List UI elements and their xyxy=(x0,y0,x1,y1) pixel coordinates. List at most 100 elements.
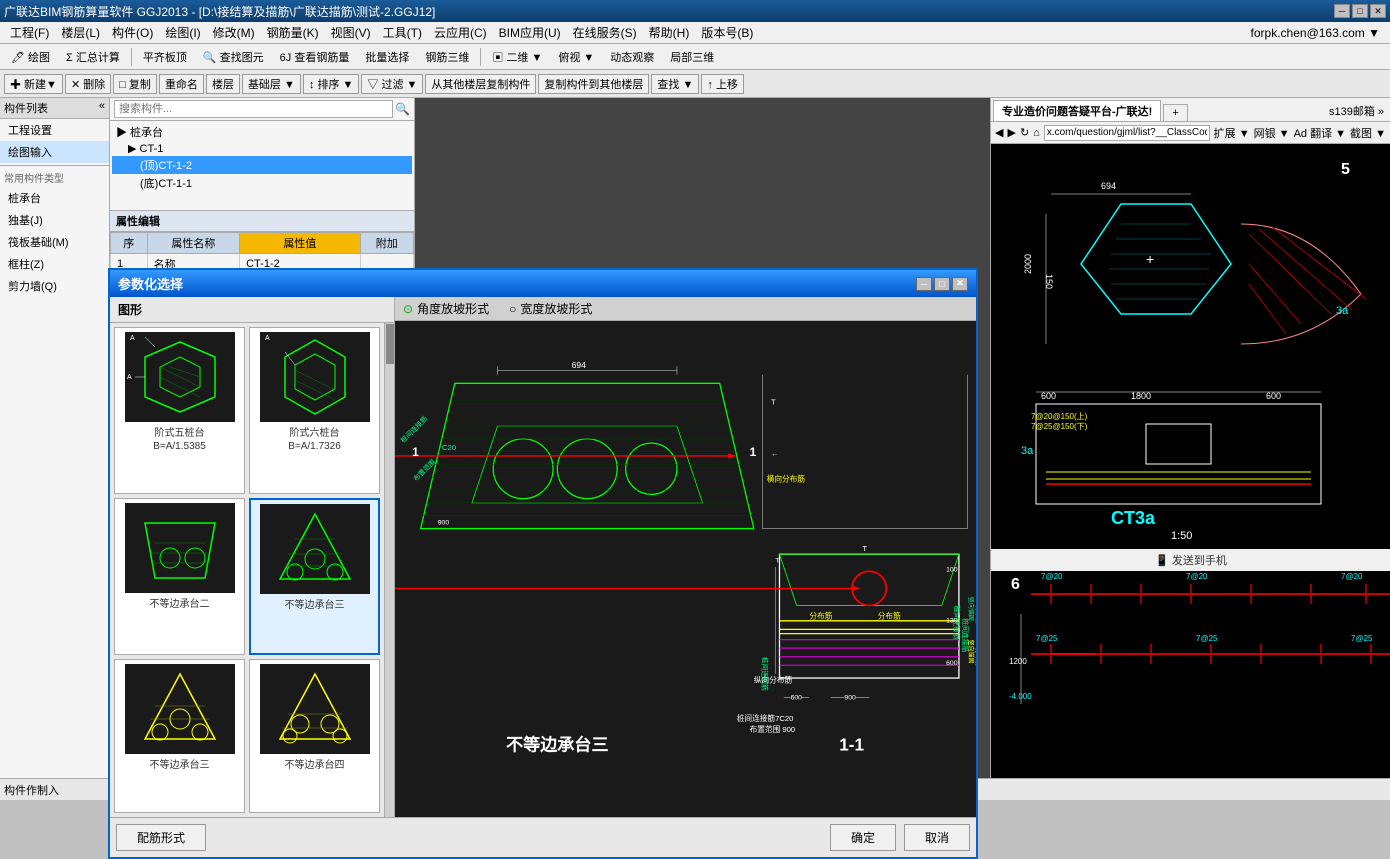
svg-text:5: 5 xyxy=(1341,161,1350,178)
menu-account[interactable]: forpk.chen@163.com ▼ xyxy=(1245,24,1386,42)
svg-text:3a: 3a xyxy=(1336,305,1349,317)
floor-button[interactable]: 楼层 xyxy=(206,74,240,94)
menu-bim[interactable]: BIM应用(U) xyxy=(493,22,567,43)
cancel-button[interactable]: 取消 xyxy=(904,824,970,851)
thumb-unequal-two-canvas xyxy=(125,503,235,593)
toolbar-find[interactable]: 🔍 查找图元 xyxy=(196,46,271,68)
filter-button[interactable]: ▽ 过滤 ▼ xyxy=(361,74,423,94)
thumbnail-scrollbar[interactable] xyxy=(384,323,394,817)
move-up-button[interactable]: ↑ 上移 xyxy=(701,74,744,94)
toolbar-align[interactable]: 平齐板顶 xyxy=(136,46,194,68)
browser-forward[interactable]: ▶ xyxy=(1007,126,1015,139)
thumb-unequal-three-b[interactable]: 不等边承台三 xyxy=(114,659,245,813)
delete-button[interactable]: ✕ 删除 xyxy=(65,74,111,94)
thumb-six-pile[interactable]: A 阶式六桩台 B=A/1.7326 xyxy=(249,327,380,494)
nav-raft-foundation[interactable]: 筏板基础(M) xyxy=(0,231,109,253)
dialog-close-button[interactable]: ✕ xyxy=(952,277,968,291)
mailbox-link[interactable]: s139邮箱 » xyxy=(1323,101,1390,121)
toolbar-draw[interactable]: 🖊 绘图 xyxy=(4,46,57,68)
radio-angle-slope[interactable]: ⊙ 角度放坡形式 xyxy=(403,300,489,317)
menu-modify[interactable]: 修改(M) xyxy=(207,22,261,43)
left-panel-collapse[interactable]: « xyxy=(99,100,105,116)
nav-frame-column[interactable]: 框柱(Z) xyxy=(0,253,109,275)
menu-view[interactable]: 视图(V) xyxy=(325,22,377,43)
browser-tab-new[interactable]: + xyxy=(1163,104,1187,121)
copy-to-floor-button[interactable]: 复制构件到其他楼层 xyxy=(538,74,649,94)
confirm-button[interactable]: 确定 xyxy=(830,824,896,851)
menu-help[interactable]: 帮助(H) xyxy=(643,22,696,43)
toolbar-2d[interactable]: ▣ 二维 ▼ xyxy=(485,46,549,68)
radio-angle-label: 角度放坡形式 xyxy=(417,300,489,317)
url-bar[interactable] xyxy=(1044,125,1210,141)
toolbar-topview[interactable]: 俯视 ▼ xyxy=(551,46,601,68)
copy-from-floor-button[interactable]: 从其他楼层复制构件 xyxy=(425,74,536,94)
rename-button[interactable]: 重命名 xyxy=(159,74,204,94)
col-extra: 附加 xyxy=(360,233,413,254)
dialog-max-button[interactable]: □ xyxy=(934,277,950,291)
menu-project[interactable]: 工程(F) xyxy=(4,22,55,43)
dialog-title-buttons: ─ □ ✕ xyxy=(916,277,968,291)
browser-netbank[interactable]: 网银 ▼ xyxy=(1254,125,1290,141)
maximize-button[interactable]: □ xyxy=(1352,4,1368,18)
thumb-unequal-two[interactable]: 不等边承台二 xyxy=(114,498,245,654)
browser-screenshot[interactable]: 截图 ▼ xyxy=(1350,125,1386,141)
browser-back[interactable]: ◀ xyxy=(995,126,1003,139)
search-input[interactable] xyxy=(114,100,393,118)
tree-ct1[interactable]: ▶ CT-1 xyxy=(112,141,412,156)
minimize-button[interactable]: ─ xyxy=(1334,4,1350,18)
parametric-dialog: 参数化选择 ─ □ ✕ 图形 xyxy=(108,268,978,859)
tree-ct1-1-bottom[interactable]: (底)CT-1-1 xyxy=(112,174,412,192)
toolbar-local3d[interactable]: 局部三维 xyxy=(663,46,721,68)
close-button[interactable]: ✕ xyxy=(1370,4,1386,18)
search-button[interactable]: 🔍 xyxy=(395,102,410,116)
nav-isolated-foundation[interactable]: 独基(J) xyxy=(0,209,109,231)
copy-button[interactable]: □ 复制 xyxy=(113,74,157,94)
svg-text:分布筋: 分布筋 xyxy=(878,610,901,620)
tree-ct1-2-top[interactable]: (顶)CT-1-2 xyxy=(112,156,412,174)
radio-bar: ⊙ 角度放坡形式 ○ 宽度放坡形式 xyxy=(395,297,976,321)
toolbar-calc[interactable]: Σ 汇总计算 xyxy=(59,46,127,68)
menu-draw[interactable]: 绘图(I) xyxy=(159,22,206,43)
dialog-min-button[interactable]: ─ xyxy=(916,277,932,291)
thumbnail-scrollbar-thumb[interactable] xyxy=(386,324,394,364)
browser-refresh[interactable]: ↻ xyxy=(1020,126,1029,139)
nav-pile-cap[interactable]: 桩承台 xyxy=(0,187,109,209)
svg-text:A: A xyxy=(127,374,132,381)
browser-content: 5 694 + xyxy=(991,144,1390,778)
svg-text:600: 600 xyxy=(1041,391,1056,401)
toolbar-dynamic[interactable]: 动态观察 xyxy=(603,46,661,68)
browser-home[interactable]: ⌂ xyxy=(1033,127,1040,139)
browser-translate[interactable]: Ad 翻译 ▼ xyxy=(1294,125,1346,141)
menu-component[interactable]: 构件(O) xyxy=(106,22,159,43)
svg-text:CT3a: CT3a xyxy=(1111,508,1156,528)
svg-text:7@25: 7@25 xyxy=(1351,634,1373,643)
tree-pile-cap-root[interactable]: ▶ 桩承台 xyxy=(112,123,412,141)
menu-rebar-qty[interactable]: 钢筋量(K) xyxy=(261,22,325,43)
find-button[interactable]: 查找 ▼ xyxy=(651,74,699,94)
menu-cloud[interactable]: 云应用(C) xyxy=(428,22,493,43)
menu-online[interactable]: 在线服务(S) xyxy=(567,22,643,43)
new-button[interactable]: ✚ 新建▼ xyxy=(4,74,63,94)
thumb-five-pile[interactable]: A A 阶式五桩台 B=A/1.5385 xyxy=(114,327,245,494)
browser-extend[interactable]: 扩展 ▼ xyxy=(1214,125,1250,141)
thumb-unequal-three-b-canvas xyxy=(125,664,235,754)
thumb-unequal-three-selected[interactable]: 不等边承台三 xyxy=(249,498,380,654)
browser-tab-active[interactable]: 专业造价问题答疑平台-广联达! xyxy=(993,100,1161,121)
sort-button[interactable]: ↕ 排序 ▼ xyxy=(303,74,360,94)
svg-text:T: T xyxy=(862,544,867,553)
dialog-title: 参数化选择 xyxy=(118,274,183,293)
thumb-unequal-four[interactable]: 不等边承台四 xyxy=(249,659,380,813)
toolbar-batch[interactable]: 批量选择 xyxy=(358,46,416,68)
nav-draw-input[interactable]: 绘图输入 xyxy=(0,141,109,163)
toolbar-rebar-qty[interactable]: 6J 查看钢筋量 xyxy=(273,46,357,68)
nav-project-settings[interactable]: 工程设置 xyxy=(0,119,109,141)
menu-tools[interactable]: 工具(T) xyxy=(377,22,428,43)
configure-rebar-button[interactable]: 配筋形式 xyxy=(116,824,206,851)
base-floor-button[interactable]: 基础层 ▼ xyxy=(242,74,301,94)
nav-shear-wall[interactable]: 剪力墙(Q) xyxy=(0,275,109,297)
menu-version[interactable]: 版本号(B) xyxy=(695,22,759,43)
status-text: 构件作制入 xyxy=(4,782,59,798)
toolbar-rebar3d[interactable]: 钢筋三维 xyxy=(418,46,476,68)
menu-floor[interactable]: 楼层(L) xyxy=(55,22,106,43)
radio-width-slope[interactable]: ○ 宽度放坡形式 xyxy=(509,300,592,317)
